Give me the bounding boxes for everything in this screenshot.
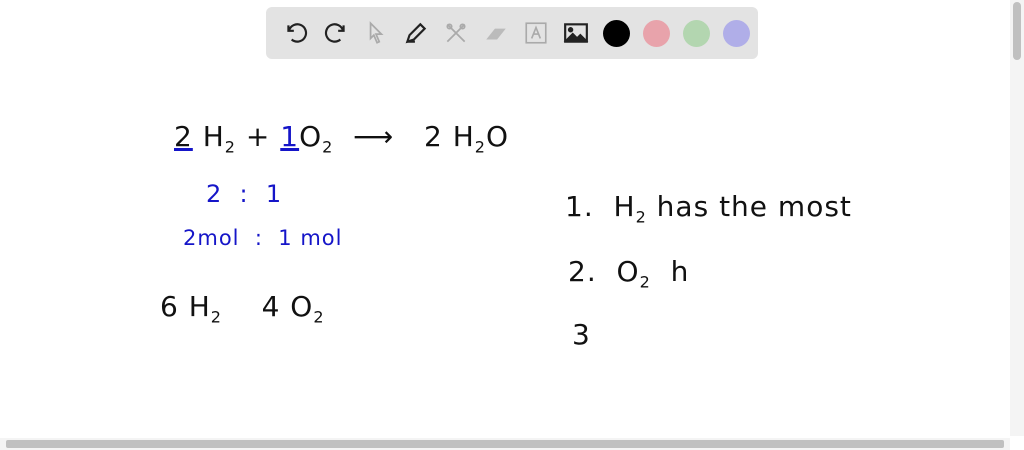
select-icon[interactable] — [356, 13, 396, 53]
sub: 2 — [210, 307, 222, 327]
given-amounts: 6 H2 4 O2 — [160, 290, 325, 327]
vertical-scrollbar[interactable] — [1010, 0, 1024, 436]
list-item: 3 — [572, 318, 591, 351]
vertical-scroll-thumb[interactable] — [1013, 2, 1021, 60]
sub: 2 — [635, 207, 647, 227]
pen-icon[interactable] — [396, 13, 436, 53]
given-o2: 4 O — [261, 290, 314, 323]
num: 3 — [572, 318, 591, 351]
redo-icon[interactable] — [316, 13, 356, 53]
text-icon[interactable] — [516, 13, 556, 53]
o: O — [299, 120, 323, 153]
color-green[interactable] — [682, 19, 710, 47]
list-item: 2. O2 h — [568, 255, 689, 292]
arrow: ⟶ — [353, 120, 395, 153]
color-purple[interactable] — [722, 19, 750, 47]
plus: + — [245, 120, 271, 153]
h: H — [202, 120, 225, 153]
list-item: 1. H2 has the most — [565, 190, 852, 227]
mole-ratio: 2 : 1 — [206, 180, 283, 208]
rest: h — [650, 255, 690, 288]
num: 2. — [568, 255, 597, 288]
horizontal-scroll-thumb[interactable] — [6, 440, 1004, 448]
mole-ratio-units: 2mol : 1 mol — [183, 226, 343, 250]
coef-o2: 1 — [280, 120, 300, 153]
product-o: O — [485, 120, 509, 153]
rest: has the most — [646, 190, 852, 223]
balanced-equation: 2 H2 + 1O2 ⟶ 2 H2O — [174, 120, 509, 157]
coef-h2: 2 — [174, 120, 193, 153]
sub: 2 — [322, 137, 334, 157]
eraser-icon[interactable] — [476, 13, 516, 53]
tools-icon[interactable] — [436, 13, 476, 53]
color-pink[interactable] — [642, 19, 670, 47]
drawing-toolbar — [266, 7, 758, 59]
t: H — [613, 190, 636, 223]
color-black[interactable] — [602, 19, 630, 47]
horizontal-scrollbar[interactable] — [0, 438, 1010, 450]
sub: 2 — [313, 307, 325, 327]
num: 1. — [565, 190, 594, 223]
sub: 2 — [639, 272, 651, 292]
sub: 2 — [474, 137, 486, 157]
product: 2 H — [423, 120, 475, 153]
image-icon[interactable] — [556, 13, 596, 53]
t: O — [616, 255, 640, 288]
given-h2: 6 H — [160, 290, 211, 323]
sub: 2 — [224, 137, 236, 157]
undo-icon[interactable] — [276, 13, 316, 53]
